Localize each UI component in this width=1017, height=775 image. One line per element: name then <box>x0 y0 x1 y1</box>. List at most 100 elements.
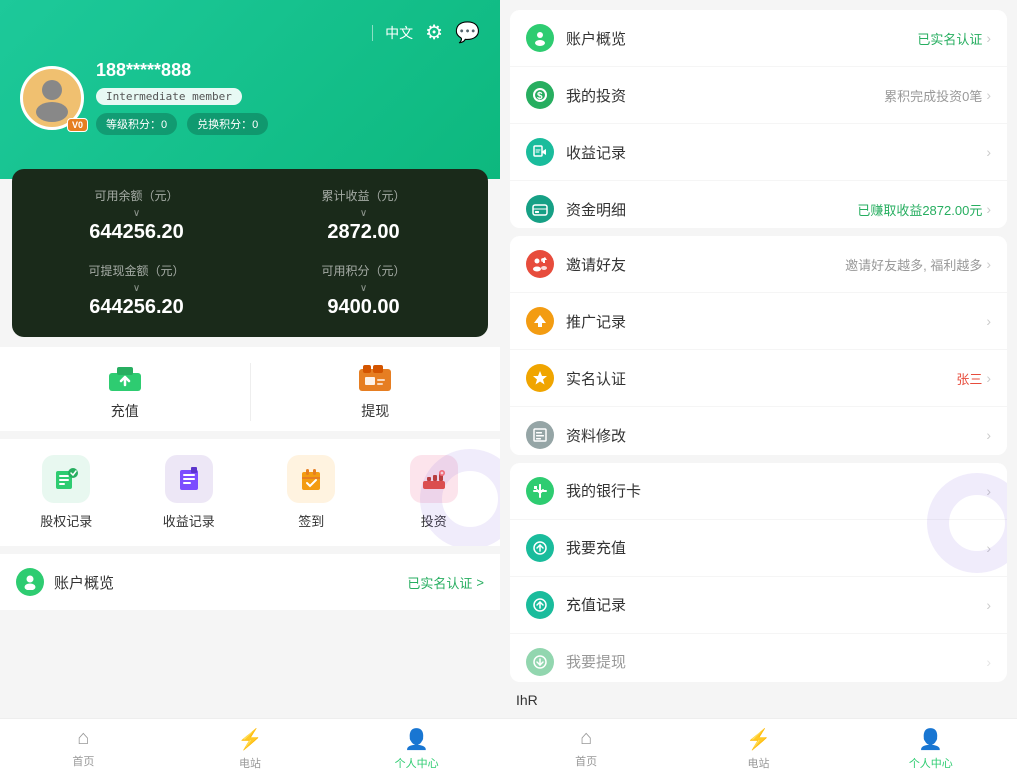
account-icon <box>16 568 44 596</box>
bank-card-chevron: › <box>986 483 991 499</box>
balance-cumulative: 累计收益（元） ∨ 2872.00 <box>259 187 468 244</box>
balance-card: 可用余额（元） ∨ 644256.20 累计收益（元） ∨ 2872.00 可提… <box>12 169 488 337</box>
withdraw-request-chevron: › <box>986 654 991 670</box>
profile-edit-right: › <box>986 427 991 443</box>
quick-item-invest[interactable]: 投资 <box>378 455 491 530</box>
account-label: 账户概览 <box>54 572 114 593</box>
income-record-label: 收益记录 <box>566 142 986 163</box>
quick-item-equity[interactable]: 股权记录 <box>10 455 123 530</box>
account-chevron: > <box>476 575 484 590</box>
language-label: 中文 <box>385 23 413 43</box>
nav-station-left[interactable]: ⚡ 电站 <box>167 727 334 771</box>
menu-item-withdraw-request[interactable]: 我要提现 › <box>510 634 1007 682</box>
checkin-label: 签到 <box>298 511 324 530</box>
profile-icon-left: 👤 <box>404 727 429 752</box>
nav-station-label-right: 电站 <box>747 755 769 771</box>
fund-detail-icon <box>526 195 554 223</box>
nav-profile-label-left: 个人中心 <box>395 755 439 771</box>
nav-station-right[interactable]: ⚡ 电站 <box>672 727 844 771</box>
account-overview-label: 账户概览 <box>566 28 917 49</box>
withdraw-request-label: 我要提现 <box>566 651 986 672</box>
message-icon[interactable]: 💬 <box>455 20 480 45</box>
fund-detail-status: 已赚取收益2872.00元 <box>857 200 982 219</box>
charge-icon <box>105 363 145 395</box>
promo-chevron: › <box>986 313 991 329</box>
bank-card-label: 我的银行卡 <box>566 480 986 501</box>
income-record-icon <box>526 138 554 166</box>
svg-text:$: $ <box>537 91 543 102</box>
station-icon-left: ⚡ <box>238 727 263 752</box>
right-panel: 账户概览 已实名认证 › $ 我的投资 累积完成投资0笔 › <box>500 0 1017 775</box>
profile-edit-icon <box>526 421 554 449</box>
charge-label: 充值 <box>111 401 139 421</box>
ao-left: 账户概览 <box>16 568 114 596</box>
withdraw-request-icon <box>526 648 554 676</box>
nav-home-left[interactable]: ⌂ 首页 <box>0 727 167 771</box>
menu-section-1: 账户概览 已实名认证 › $ 我的投资 累积完成投资0笔 › <box>510 10 1007 228</box>
withdrawable-value: 644256.20 <box>32 296 241 319</box>
nav-profile-left[interactable]: 👤 个人中心 <box>333 727 500 771</box>
account-overview-status: 已实名认证 <box>917 29 982 48</box>
menu-item-account-overview[interactable]: 账户概览 已实名认证 › <box>510 10 1007 67</box>
points-value: 9400.00 <box>259 296 468 319</box>
menu-item-invite[interactable]: 邀请好友 邀请好友越多, 福利越多 › <box>510 236 1007 293</box>
points-row: 等级积分：0 兑换积分：0 <box>96 113 480 135</box>
points-label: 可用积分（元） <box>259 262 468 279</box>
menu-item-my-investment[interactable]: $ 我的投资 累积完成投资0笔 › <box>510 67 1007 124</box>
quick-item-income[interactable]: 收益记录 <box>133 455 246 530</box>
nav-station-label-left: 电站 <box>239 755 261 771</box>
account-overview-left[interactable]: 账户概览 已实名认证 > <box>0 554 500 610</box>
my-investment-chevron: › <box>986 87 991 103</box>
invite-label: 邀请好友 <box>566 254 845 275</box>
menu-item-recharge-record[interactable]: 充值记录 › <box>510 577 1007 634</box>
equity-icon <box>42 455 90 503</box>
avatar-wrap: V0 <box>20 66 84 130</box>
action-row: 充值 提现 <box>0 347 500 431</box>
withdraw-request-right: › <box>986 654 991 670</box>
recharge-icon <box>526 534 554 562</box>
charge-button[interactable]: 充值 <box>0 363 250 421</box>
income-icon <box>165 455 213 503</box>
menu-item-profile-edit[interactable]: 资料修改 › <box>510 407 1007 454</box>
withdrawable-arrow: ∨ <box>32 283 241 294</box>
vip-badge: V0 <box>67 118 88 132</box>
nav-home-right[interactable]: ⌂ 首页 <box>500 727 672 771</box>
realname-icon <box>526 364 554 392</box>
quick-item-checkin[interactable]: 签到 <box>255 455 368 530</box>
menu-item-bank-card[interactable]: 我的银行卡 › <box>510 463 1007 520</box>
recharge-record-chevron: › <box>986 597 991 613</box>
ao-right: 已实名认证 > <box>407 573 484 592</box>
menu-item-promo[interactable]: 推广记录 › <box>510 293 1007 350</box>
cumulative-value: 2872.00 <box>259 221 468 244</box>
account-overview-chevron: › <box>986 30 991 46</box>
income-label: 收益记录 <box>163 511 215 530</box>
available-label: 可用余额（元） <box>32 187 241 204</box>
invest-icon <box>410 455 458 503</box>
header-section: 中文 ⚙ 💬 V0 188*****888 Intermediate membe… <box>0 0 500 179</box>
exchange-points: 兑换积分：0 <box>187 113 268 135</box>
recharge-record-right: › <box>986 597 991 613</box>
realname-chevron: › <box>986 370 991 386</box>
member-badge: Intermediate member <box>96 88 242 105</box>
settings-icon[interactable]: ⚙ <box>425 20 443 45</box>
withdrawable-label: 可提现金额（元） <box>32 262 241 279</box>
bottom-nav-right: ⌂ 首页 ⚡ 电站 👤 个人中心 <box>500 718 1017 775</box>
menu-item-recharge[interactable]: 我要充值 › <box>510 520 1007 577</box>
menu-item-fund-detail[interactable]: 资金明细 已赚取收益2872.00元 › <box>510 181 1007 228</box>
profile-edit-label: 资料修改 <box>566 425 986 446</box>
recharge-record-label: 充值记录 <box>566 594 986 615</box>
invite-right: 邀请好友越多, 福利越多 › <box>845 255 991 274</box>
balance-withdrawable: 可提现金额（元） ∨ 644256.20 <box>32 262 241 319</box>
account-status: 已实名认证 <box>407 573 472 592</box>
balance-grid: 可用余额（元） ∨ 644256.20 累计收益（元） ∨ 2872.00 可提… <box>32 187 468 319</box>
withdraw-button[interactable]: 提现 <box>251 363 501 421</box>
left-panel: 中文 ⚙ 💬 V0 188*****888 Intermediate membe… <box>0 0 500 775</box>
income-record-right: › <box>986 144 991 160</box>
header-top: 中文 ⚙ 💬 <box>20 20 480 45</box>
nav-profile-right[interactable]: 👤 个人中心 <box>845 727 1017 771</box>
username: 188*****888 <box>96 60 480 81</box>
quick-menu-grid: 股权记录 收益记录 <box>10 455 490 530</box>
menu-item-income-record[interactable]: 收益记录 › <box>510 124 1007 181</box>
promo-label: 推广记录 <box>566 311 986 332</box>
menu-item-realname[interactable]: 实名认证 张三 › <box>510 350 1007 407</box>
